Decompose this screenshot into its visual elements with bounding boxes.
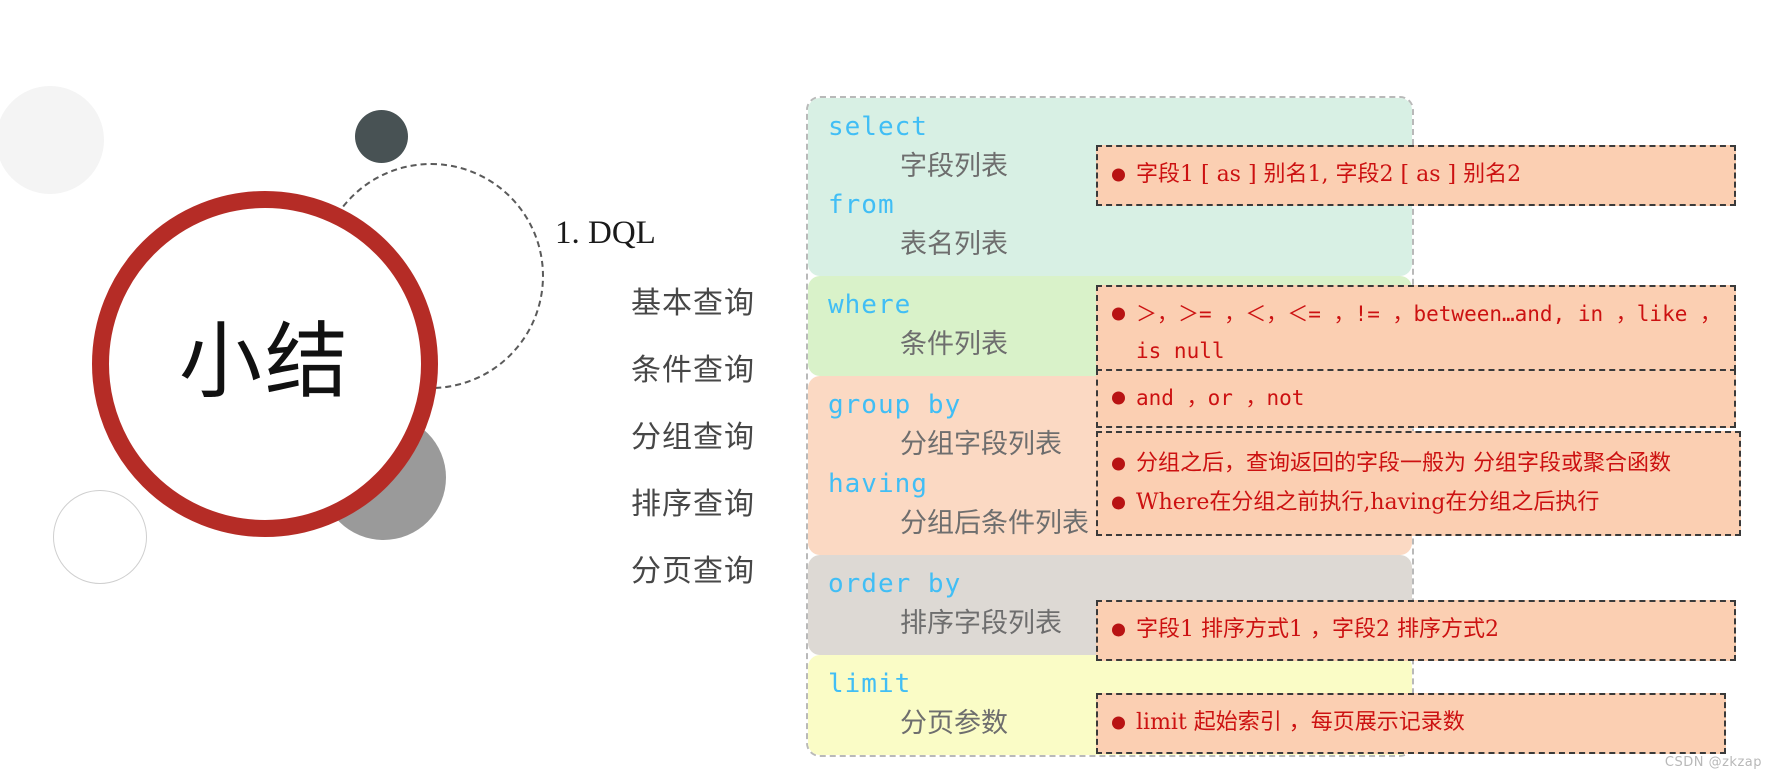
decorative-circle-dark bbox=[355, 110, 408, 163]
callout-line: ＞，＞= ，＜，＜= ，!= ，between…and, in ，like ， bbox=[1110, 296, 1721, 333]
callout-line: Where在分组之前执行,having在分组之后执行 bbox=[1110, 484, 1725, 523]
clause-keyword-select: select bbox=[828, 112, 928, 142]
callout-line: 字段1 排序方式1 ，字段2 排序方式2 bbox=[1110, 611, 1720, 650]
clause-keyword-order-by: order by bbox=[828, 568, 962, 599]
outline-heading: 1. DQL bbox=[555, 215, 656, 251]
callout-line: limit 起始索引 ，每页展示记录数 bbox=[1110, 704, 1710, 743]
summary-badge-ring: 小结 bbox=[92, 191, 438, 537]
callout-line: 分组之后，查询返回的字段一般为 分组字段或聚合函数 bbox=[1110, 445, 1725, 484]
callout-line: is null bbox=[1136, 338, 1225, 363]
decorative-circle-outline bbox=[53, 490, 147, 584]
callout-order-by-fields: 字段1 排序方式1 ，字段2 排序方式2 bbox=[1096, 600, 1736, 661]
outline-item-condition-query[interactable]: 条件查询 bbox=[631, 345, 805, 389]
callout-where-operators: ＞，＞= ，＜，＜= ，!= ，between…and, in ，like ， … bbox=[1096, 285, 1736, 381]
clause-argument-from: 表名列表 bbox=[900, 229, 1008, 261]
outline-item-order-query[interactable]: 排序查询 bbox=[631, 479, 805, 523]
summary-badge-title: 小结 bbox=[179, 312, 351, 410]
callout-line: and ，or ，not bbox=[1110, 380, 1720, 417]
watermark: CSDN @zkzap bbox=[1664, 755, 1762, 770]
outline-item-page-query[interactable]: 分页查询 bbox=[631, 546, 805, 590]
outline-list: 1. DQL 基本查询 条件查询 分组查询 排序查询 分页查询 bbox=[555, 215, 805, 613]
callout-where-logical: and ，or ，not bbox=[1096, 369, 1736, 428]
callout-group-having-notes: 分组之后，查询返回的字段一般为 分组字段或聚合函数 Where在分组之前执行,h… bbox=[1096, 431, 1741, 536]
decorative-circle-light-gray bbox=[0, 86, 104, 194]
callout-line: 字段1 [ as ] 别名1, 字段2 [ as ] 别名2 bbox=[1110, 156, 1720, 195]
callout-select-fields: 字段1 [ as ] 别名1, 字段2 [ as ] 别名2 bbox=[1096, 145, 1736, 206]
outline-item-basic-query[interactable]: 基本查询 bbox=[631, 278, 805, 322]
callout-limit-params: limit 起始索引 ，每页展示记录数 bbox=[1096, 693, 1726, 754]
outline-item-group-query[interactable]: 分组查询 bbox=[631, 412, 805, 456]
